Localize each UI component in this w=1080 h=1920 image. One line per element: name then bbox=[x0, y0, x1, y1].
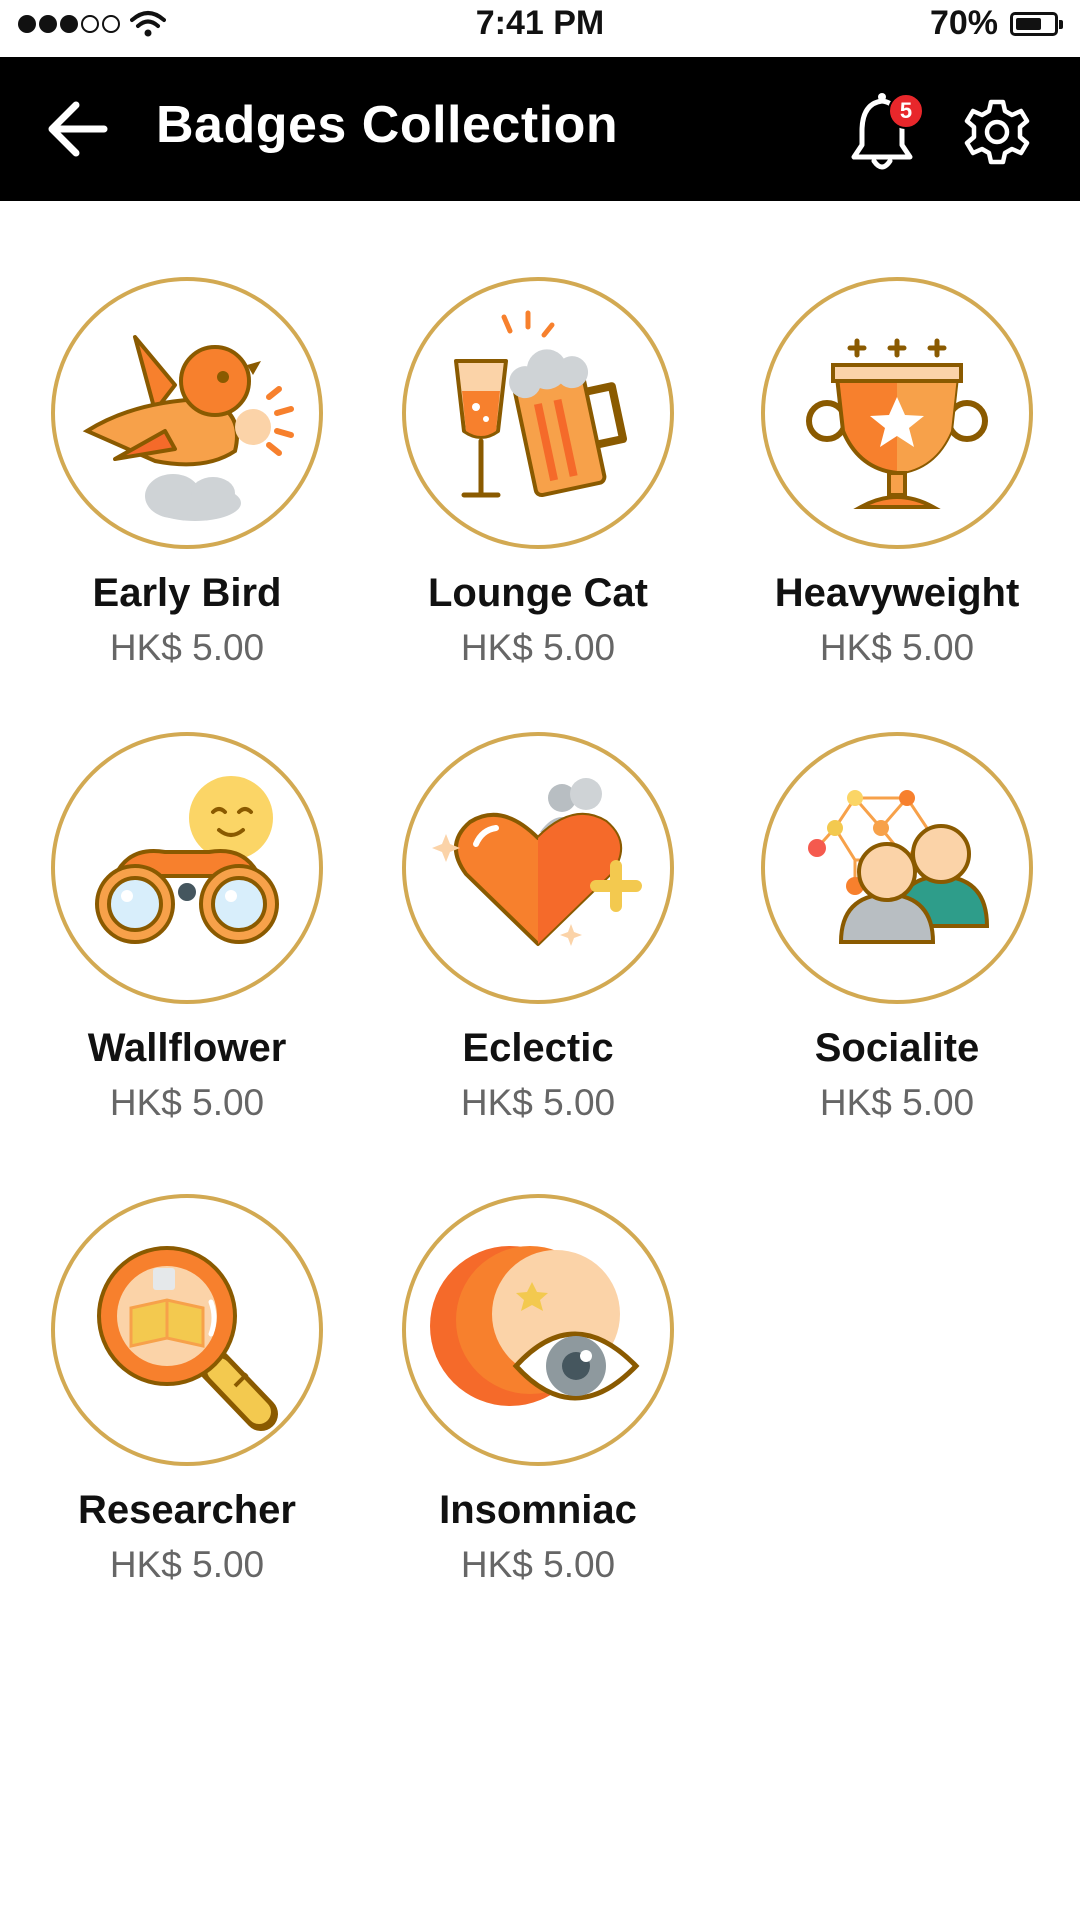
binoculars-icon bbox=[95, 776, 279, 944]
notification-count-badge: 5 bbox=[888, 93, 924, 129]
badge-circle bbox=[761, 277, 1033, 549]
drinks-icon bbox=[454, 310, 628, 498]
moon-eye-icon bbox=[430, 1246, 640, 1406]
badge-name: Heavyweight bbox=[774, 571, 1020, 615]
magnifier-icon bbox=[97, 1246, 278, 1431]
badge-circle bbox=[402, 732, 674, 1004]
notifications-button[interactable]: 5 bbox=[848, 87, 924, 175]
back-arrow-icon bbox=[48, 101, 108, 157]
badge-circle bbox=[51, 277, 323, 549]
badge-name: Socialite bbox=[814, 1026, 980, 1070]
badge-price: HK$ 5.00 bbox=[460, 1544, 616, 1585]
badge-circle bbox=[402, 1194, 674, 1466]
back-button[interactable] bbox=[40, 89, 120, 169]
badge-price: HK$ 5.00 bbox=[819, 1082, 975, 1123]
badge-price: HK$ 5.00 bbox=[819, 627, 975, 668]
badge-circle bbox=[761, 732, 1033, 1004]
status-time: 7:41 PM bbox=[475, 4, 605, 42]
app-bar: Badges Collection 5 bbox=[0, 57, 1080, 201]
heart-icon bbox=[432, 778, 642, 946]
badge-name: Insomniac bbox=[439, 1488, 637, 1532]
status-bar: 7:41 PM 70% bbox=[0, 0, 1080, 56]
badge-circle bbox=[51, 1194, 323, 1466]
badge-circle bbox=[51, 732, 323, 1004]
badge-name: Eclectic bbox=[462, 1026, 614, 1070]
network-people-icon bbox=[808, 790, 990, 944]
settings-button[interactable] bbox=[960, 95, 1034, 169]
battery-icon bbox=[1010, 12, 1063, 36]
badge-price: HK$ 5.00 bbox=[460, 627, 616, 668]
badge-circle bbox=[402, 277, 674, 549]
trophy-icon bbox=[806, 338, 988, 509]
badge-price: HK$ 5.00 bbox=[109, 1082, 265, 1123]
badge-name: Wallflower bbox=[87, 1026, 287, 1070]
badge-name: Researcher bbox=[78, 1488, 296, 1532]
page-title: Badges Collection bbox=[156, 96, 619, 154]
gear-icon bbox=[964, 99, 1030, 165]
badge-price: HK$ 5.00 bbox=[460, 1082, 616, 1123]
badge-price: HK$ 5.00 bbox=[109, 1544, 265, 1585]
battery-percent: 70% bbox=[929, 4, 998, 42]
badge-name: Lounge Cat bbox=[428, 571, 648, 615]
bird-icon bbox=[82, 335, 294, 521]
badge-name: Early Bird bbox=[92, 571, 282, 615]
badge-price: HK$ 5.00 bbox=[109, 627, 265, 668]
